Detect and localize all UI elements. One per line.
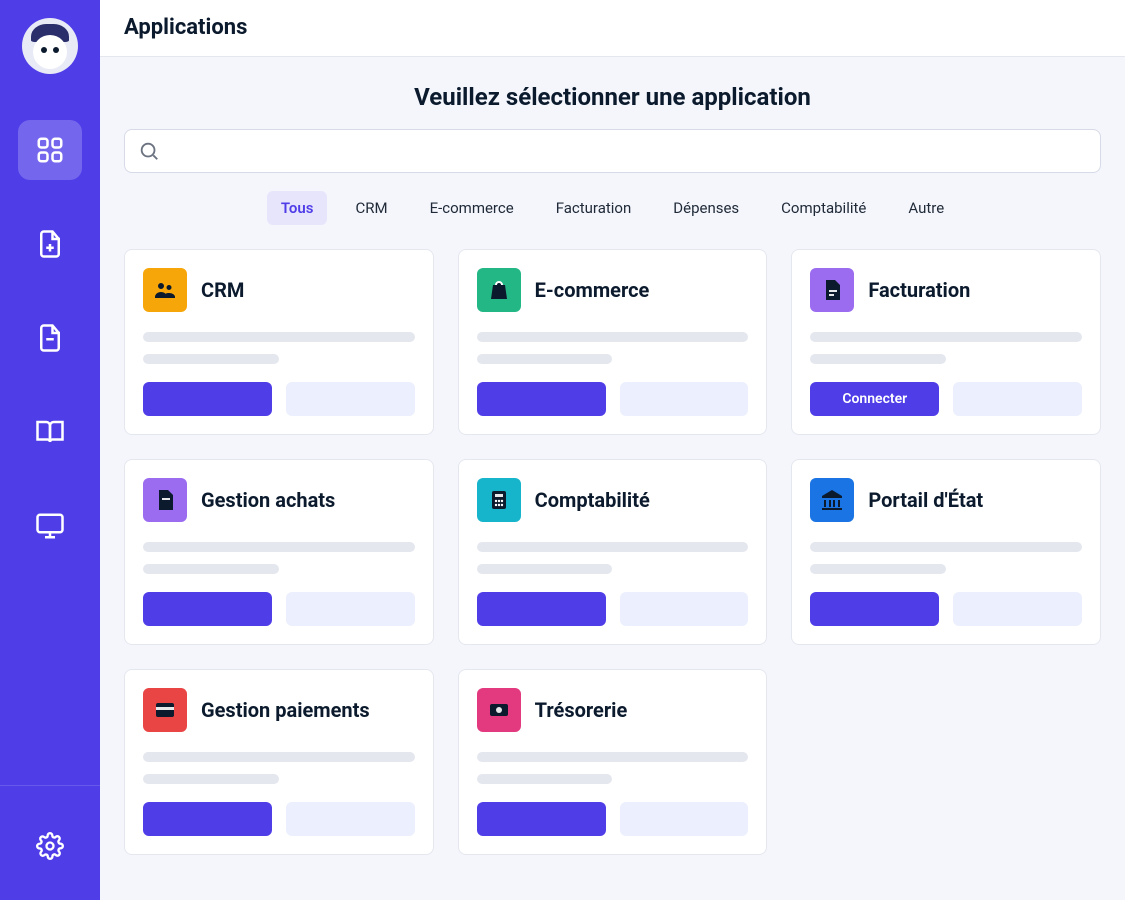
book-open-icon: [35, 417, 65, 447]
app-title: CRM: [201, 278, 244, 302]
tab-dépenses[interactable]: Dépenses: [659, 191, 753, 225]
users-icon: [143, 268, 187, 312]
sidebar-item-apps[interactable]: [18, 120, 82, 180]
avatar[interactable]: [22, 18, 78, 74]
skeleton-line: [143, 332, 415, 342]
tab-comptabilité[interactable]: Comptabilité: [767, 191, 880, 225]
app-title: Portail d'État: [868, 488, 983, 512]
skeleton-line: [810, 332, 1082, 342]
search-input[interactable]: [124, 129, 1101, 173]
topbar: Applications: [100, 0, 1125, 57]
tab-e-commerce[interactable]: E-commerce: [416, 191, 528, 225]
app-card-portail-etat: Portail d'État: [791, 459, 1101, 645]
skeleton-line: [143, 564, 279, 574]
app-primary-button[interactable]: [143, 802, 272, 836]
tab-crm[interactable]: CRM: [341, 191, 401, 225]
app-secondary-button[interactable]: [286, 592, 415, 626]
topbar-title: Applications: [124, 15, 247, 40]
skeleton-line: [477, 332, 749, 342]
app-secondary-button[interactable]: [620, 592, 749, 626]
card-icon: [143, 688, 187, 732]
app-secondary-button[interactable]: [286, 802, 415, 836]
monitor-icon: [35, 511, 65, 541]
app-primary-button[interactable]: [810, 592, 939, 626]
skeleton-line: [143, 752, 415, 762]
app-card-crm: CRM: [124, 249, 434, 435]
app-card-facturation: Facturation Connecter: [791, 249, 1101, 435]
tab-facturation[interactable]: Facturation: [542, 191, 646, 225]
app-title: Comptabilité: [535, 488, 650, 512]
apps-grid: CRM E-commerce Facturation C: [124, 249, 1101, 855]
app-title: Gestion achats: [201, 488, 335, 512]
skeleton-line: [810, 354, 946, 364]
page-heading: Veuillez sélectionner une application: [124, 83, 1101, 111]
search-container: [124, 129, 1101, 173]
skeleton-line: [143, 774, 279, 784]
app-primary-button[interactable]: [477, 382, 606, 416]
app-primary-button[interactable]: [477, 802, 606, 836]
purchase-icon: [143, 478, 187, 522]
skeleton-line: [810, 542, 1082, 552]
sidebar-item-settings[interactable]: [18, 816, 82, 876]
app-card-gestion-paiements: Gestion paiements: [124, 669, 434, 855]
sidebar-item-new-doc[interactable]: [18, 214, 82, 274]
app-title: Facturation: [868, 278, 970, 302]
skeleton-line: [143, 542, 415, 552]
bank-icon: [810, 478, 854, 522]
app-secondary-button[interactable]: [620, 382, 749, 416]
app-secondary-button[interactable]: [953, 382, 1082, 416]
skeleton-line: [477, 564, 613, 574]
search-icon: [138, 140, 160, 162]
cash-icon: [477, 688, 521, 732]
skeleton-line: [810, 564, 946, 574]
category-tabs: Tous CRM E-commerce Facturation Dépenses Comp…: [124, 191, 1101, 225]
app-primary-button[interactable]: [143, 382, 272, 416]
app-secondary-button[interactable]: [620, 802, 749, 836]
calculator-icon: [477, 478, 521, 522]
app-card-gestion-achats: Gestion achats: [124, 459, 434, 645]
app-card-ecommerce: E-commerce: [458, 249, 768, 435]
sidebar: [0, 0, 100, 900]
tab-autre[interactable]: Autre: [894, 191, 958, 225]
gear-icon: [36, 832, 64, 860]
app-primary-button[interactable]: Connecter: [810, 382, 939, 416]
app-primary-button[interactable]: [477, 592, 606, 626]
sidebar-item-doc[interactable]: [18, 308, 82, 368]
sidebar-item-library[interactable]: [18, 402, 82, 462]
invoice-icon: [810, 268, 854, 312]
app-card-tresorerie: Trésorerie: [458, 669, 768, 855]
skeleton-line: [477, 354, 613, 364]
app-primary-button[interactable]: [143, 592, 272, 626]
app-secondary-button[interactable]: [953, 592, 1082, 626]
skeleton-line: [477, 774, 613, 784]
app-title: E-commerce: [535, 278, 650, 302]
file-plus-icon: [35, 229, 65, 259]
tab-tous[interactable]: Tous: [267, 191, 328, 225]
skeleton-line: [477, 752, 749, 762]
app-secondary-button[interactable]: [286, 382, 415, 416]
skeleton-line: [477, 542, 749, 552]
file-icon: [35, 323, 65, 353]
app-card-comptabilite: Comptabilité: [458, 459, 768, 645]
skeleton-line: [143, 354, 279, 364]
app-title: Gestion paiements: [201, 698, 370, 722]
grid-icon: [35, 135, 65, 165]
app-title: Trésorerie: [535, 698, 628, 722]
sidebar-item-desktop[interactable]: [18, 496, 82, 556]
bag-icon: [477, 268, 521, 312]
